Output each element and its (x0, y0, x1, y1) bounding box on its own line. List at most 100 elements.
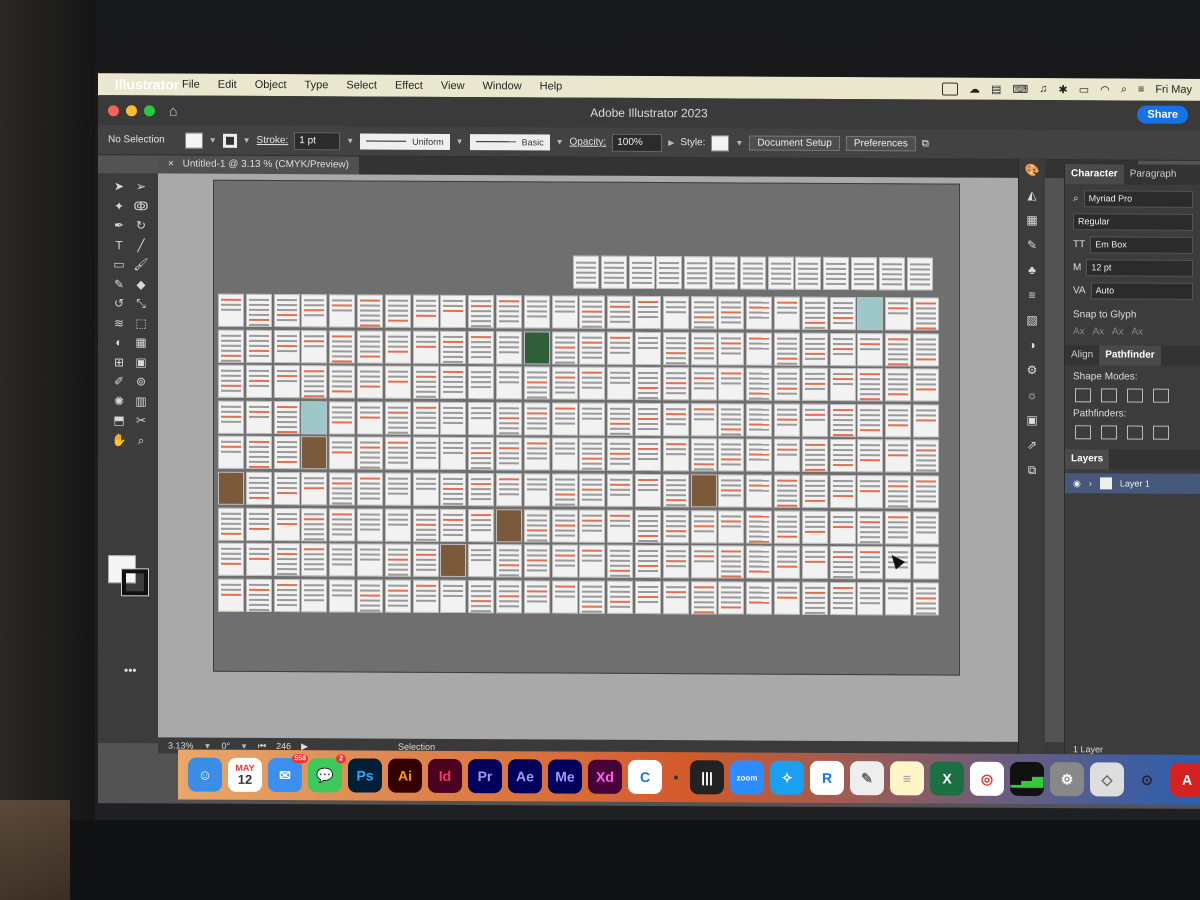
chevron-right-icon[interactable]: › (1089, 478, 1092, 488)
paintbrush-tool-icon[interactable]: 🖌 (130, 257, 152, 277)
opacity-label[interactable]: Opacity: (570, 137, 607, 148)
artboard-thumbnail[interactable] (774, 474, 800, 508)
artboard-thumbnail[interactable] (774, 403, 800, 437)
artboard-thumbnail[interactable] (468, 366, 495, 400)
artboard-thumbnail[interactable] (384, 579, 411, 613)
artboard-thumbnail[interactable] (523, 330, 550, 365)
em-box-field[interactable]: Em Box (1090, 236, 1193, 254)
artboard-thumbnail[interactable] (468, 295, 495, 329)
artboard-thumbnail[interactable] (913, 297, 939, 331)
artboard-thumbnail[interactable] (384, 472, 411, 506)
width-tool-icon[interactable]: ≋ (108, 316, 130, 336)
artboard-thumbnail[interactable] (718, 296, 745, 330)
divide-button[interactable] (1075, 425, 1091, 440)
stroke-label[interactable]: Stroke: (257, 135, 289, 146)
premiere-icon[interactable]: Pr (468, 759, 502, 794)
artboard-thumbnail[interactable] (273, 578, 300, 612)
tab-pathfinder[interactable]: Pathfinder (1099, 345, 1161, 366)
minimize-window-button[interactable] (126, 104, 137, 116)
artboard-thumbnail[interactable] (885, 404, 912, 438)
artboard-thumbnail[interactable] (857, 510, 884, 544)
artboard-thumbnail[interactable] (301, 578, 328, 613)
artboard-thumbnail[interactable] (795, 256, 822, 290)
artboard-thumbnail[interactable] (329, 543, 356, 577)
artboard-thumbnail[interactable] (357, 436, 383, 470)
artboard-thumbnail[interactable] (690, 367, 717, 401)
artboard-thumbnail[interactable] (635, 580, 661, 614)
roblox-icon[interactable]: ◇ (1090, 762, 1124, 797)
artboard-thumbnail[interactable] (579, 544, 606, 578)
artboard-thumbnail[interactable] (579, 331, 606, 365)
artboard-thumbnail[interactable] (662, 580, 689, 615)
artboard-thumbnail[interactable] (718, 403, 745, 437)
artboard-thumbnail[interactable] (218, 507, 244, 541)
artboard-thumbnail[interactable] (496, 437, 522, 471)
menu-window[interactable]: Window (483, 80, 522, 92)
artboard-thumbnail[interactable] (690, 438, 717, 472)
artboard-thumbnail[interactable] (801, 545, 828, 580)
artboard-thumbnail[interactable] (301, 329, 328, 363)
artboard-thumbnail[interactable] (718, 331, 745, 366)
chevron-down-icon[interactable]: ▼ (209, 136, 217, 145)
eraser-tool-icon[interactable]: ◆ (130, 277, 152, 297)
artboard-thumbnail[interactable] (357, 294, 383, 328)
symbols-icon[interactable]: ♣ (1019, 258, 1045, 283)
artboard-thumbnail[interactable] (523, 580, 550, 614)
zoom-icon[interactable]: zoom (730, 760, 764, 795)
safari-icon[interactable]: ✧ (770, 760, 804, 795)
artboard-thumbnail[interactable] (412, 330, 439, 364)
document-setup-button[interactable]: Document Setup (749, 135, 840, 151)
artboard-thumbnail[interactable] (329, 294, 356, 328)
magic-wand-tool-icon[interactable]: ✦ (108, 199, 130, 219)
chevron-down-icon[interactable]: ▼ (556, 138, 564, 147)
canvas-area[interactable] (158, 173, 1072, 748)
chevron-down-icon[interactable]: ▼ (456, 137, 464, 146)
artboard-thumbnail[interactable] (801, 439, 828, 473)
artboard-thumbnail[interactable] (718, 474, 745, 508)
artboard-thumbnail[interactable] (635, 367, 661, 401)
artboard-thumbnail[interactable] (746, 403, 773, 437)
mail-icon[interactable]: ✉ 558 (268, 754, 308, 793)
pause-app-icon[interactable]: ||| (690, 760, 724, 795)
messages-icon[interactable]: 💬 2 (308, 754, 346, 793)
graphic-styles-icon[interactable]: ▣ (1019, 408, 1045, 433)
artboard-thumbnail[interactable] (885, 582, 912, 616)
artboard-thumbnail[interactable] (384, 543, 411, 577)
artboard-thumbnail[interactable] (245, 543, 272, 577)
screen-mirror-icon[interactable] (941, 82, 958, 96)
artboard-thumbnail[interactable] (829, 296, 856, 331)
artboard-thumbnail[interactable] (468, 579, 495, 613)
artboard-thumbnail[interactable] (273, 400, 300, 434)
artboard-thumbnail[interactable] (468, 544, 495, 578)
artboard-thumbnail[interactable] (384, 437, 411, 471)
artboard-thumbnail[interactable] (607, 331, 634, 365)
creative-cloud-icon[interactable]: ☁ (969, 82, 980, 95)
home-icon[interactable]: ⌂ (169, 102, 177, 118)
artboard-thumbnail[interactable] (746, 510, 773, 544)
artboard-thumbnail[interactable] (607, 402, 634, 436)
trim-button[interactable] (1101, 425, 1117, 440)
artboard-thumbnail[interactable] (718, 509, 745, 544)
artboard-thumbnail[interactable] (767, 256, 794, 290)
minus-front-button[interactable] (1101, 388, 1117, 403)
battery-icon[interactable]: ▭ (1079, 83, 1089, 96)
artboard-thumbnail[interactable] (218, 542, 244, 577)
export-icon[interactable]: ⇗ (1019, 433, 1045, 458)
menu-type[interactable]: Type (305, 79, 329, 91)
perspective-grid-tool-icon[interactable]: ▦ (130, 335, 152, 355)
variable-width-profile[interactable]: Uniform (360, 132, 450, 150)
calendar-icon[interactable]: MAY 12 (228, 757, 262, 792)
menu-help[interactable]: Help (540, 80, 563, 92)
artboard-thumbnail[interactable] (635, 509, 661, 543)
artboard-thumbnail[interactable] (301, 294, 328, 328)
artboard-thumbnail[interactable] (468, 330, 495, 364)
artboard-thumbnail[interactable] (690, 296, 717, 330)
artboard-thumbnail[interactable] (607, 580, 634, 614)
brush-definition[interactable]: Basic (469, 133, 550, 150)
artboard-thumbnail[interactable] (635, 295, 661, 330)
artboard-thumbnail[interactable] (468, 508, 495, 542)
artboard-tool-icon[interactable]: ⬒ (108, 413, 130, 433)
artboard-thumbnail[interactable] (690, 509, 717, 543)
artboard-thumbnail[interactable] (801, 367, 828, 402)
menu-effect[interactable]: Effect (395, 80, 423, 92)
